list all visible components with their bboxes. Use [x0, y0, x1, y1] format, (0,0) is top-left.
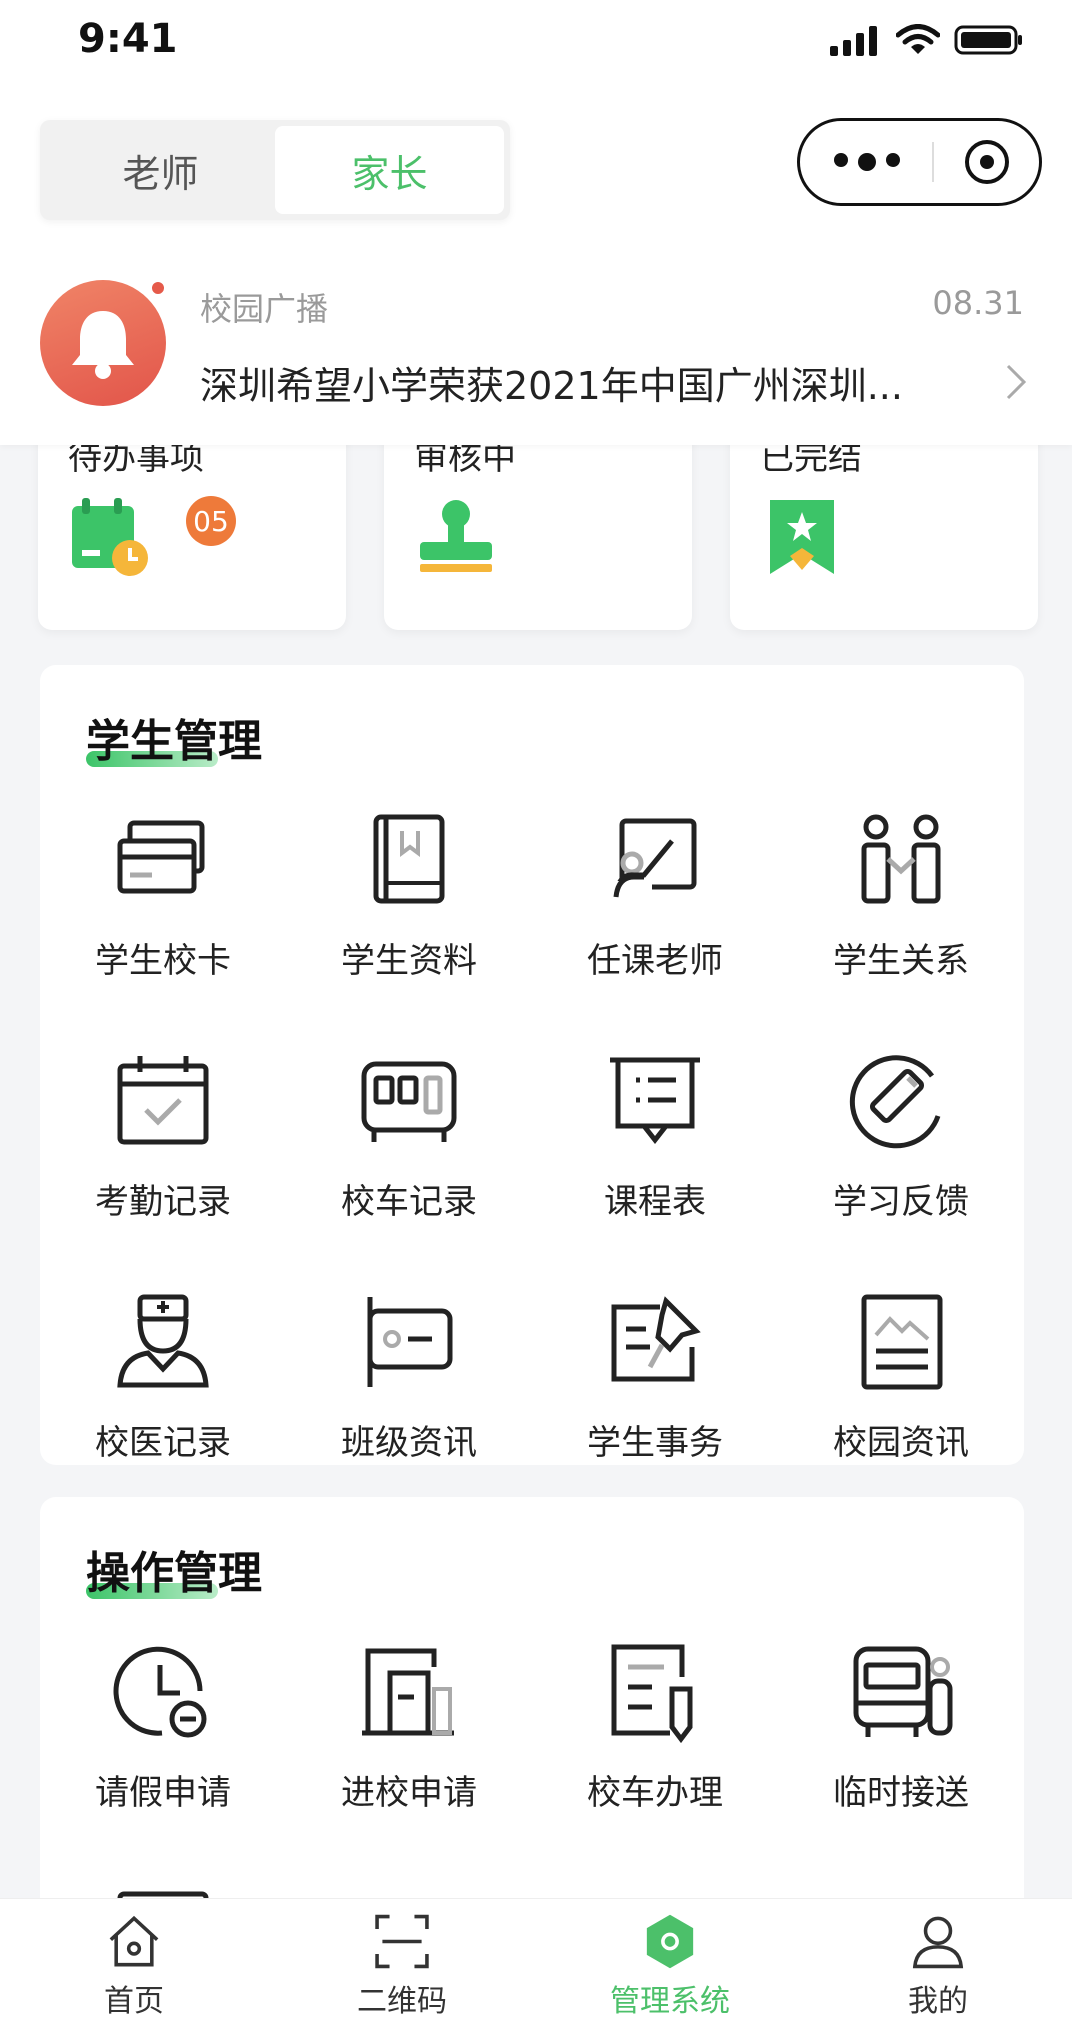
grid-item-label: 学生事务 — [587, 1423, 723, 1463]
grid-item-label: 校园资讯 — [833, 1423, 969, 1463]
role-tab-teacher[interactable]: 老师 — [46, 126, 275, 214]
grid-item-label: 校车记录 — [341, 1182, 477, 1222]
tab-label: 首页 — [104, 1984, 164, 2019]
more-icon[interactable] — [834, 153, 900, 171]
student-management-panel: 学生管理 学生校卡 学生资料 任课老师 学生关系 考勤记录 校车记录 课程表 学… — [40, 665, 1024, 1465]
broadcast-date: 08.31 — [932, 284, 1024, 322]
calendar-clock-icon — [68, 496, 152, 584]
broadcast-text: 深圳希望小学荣获2021年中国广州深圳... — [200, 364, 903, 408]
document-pen-icon — [611, 1644, 693, 1744]
tab-qrcode[interactable]: 二维码 — [268, 1899, 536, 2020]
feedback-edit-icon — [849, 1055, 941, 1149]
grid-item-label: 请假申请 — [95, 1773, 231, 1813]
door-icon — [362, 1648, 454, 1736]
capsule-divider — [931, 142, 934, 182]
wifi-icon — [896, 24, 940, 54]
grid-item-feedback[interactable]: 学习反馈 — [778, 1046, 1024, 1223]
grid-item-label: 学生资料 — [341, 941, 477, 981]
app-page: 待办事项 05 审核中 已完结 学生管理 学生校卡 学生资料 任课老师 学生关系… — [0, 0, 1072, 2020]
grid-item-label: 课程表 — [604, 1182, 706, 1222]
people-link-icon — [861, 814, 941, 904]
book-icon — [373, 814, 445, 904]
grid-item-label: 进校申请 — [341, 1773, 477, 1813]
grid-item-label: 校车办理 — [587, 1773, 723, 1813]
teacher-board-icon — [612, 818, 697, 899]
grid-item-class-news[interactable]: 班级资讯 — [286, 1287, 532, 1464]
schedule-board-icon — [610, 1057, 700, 1145]
flag-info-icon — [367, 1297, 453, 1387]
bookmark-star-icon — [760, 496, 844, 584]
pin-task-icon — [611, 1296, 701, 1382]
card-icon — [117, 820, 205, 894]
grid-item-label: 学习反馈 — [833, 1182, 969, 1222]
tab-label: 二维码 — [357, 1984, 447, 2019]
card-reviewing[interactable]: 审核中 — [384, 420, 692, 630]
grid-item-label: 临时接送 — [833, 1773, 969, 1813]
tab-home[interactable]: 首页 — [0, 1899, 268, 2020]
student-management-grid: 学生校卡 学生资料 任课老师 学生关系 考勤记录 校车记录 课程表 学习反馈 校… — [40, 805, 1024, 1464]
grid-item-entry-request[interactable]: 进校申请 — [286, 1637, 532, 1814]
student-management-title: 学生管理 — [86, 716, 262, 767]
news-image-icon — [861, 1294, 943, 1390]
unread-dot — [150, 280, 166, 296]
battery-icon — [954, 25, 1022, 55]
bus-icon — [361, 1061, 457, 1142]
role-switch: 老师 家长 — [40, 120, 510, 220]
grid-item-relations[interactable]: 学生关系 — [778, 805, 1024, 982]
grid-item-student-profile[interactable]: 学生资料 — [286, 805, 532, 982]
status-icons — [830, 24, 1024, 56]
close-target-icon[interactable] — [965, 140, 1009, 184]
grid-item-clinic[interactable]: 校医记录 — [40, 1287, 286, 1464]
user-icon — [912, 1916, 964, 1969]
grid-item-label: 校医记录 — [95, 1423, 231, 1463]
operation-management-title: 操作管理 — [86, 1548, 262, 1599]
grid-item-campus-news[interactable]: 校园资讯 — [778, 1287, 1024, 1464]
status-cards: 待办事项 05 审核中 已完结 — [38, 420, 1038, 630]
stamp-icon — [414, 496, 498, 584]
tab-mine[interactable]: 我的 — [804, 1899, 1072, 2020]
grid-item-teachers[interactable]: 任课老师 — [532, 805, 778, 982]
scan-icon — [375, 1914, 429, 1969]
header: 9:41 老师 家长 校园广播 08.31 深圳希望小学荣获2021年中国广州深… — [0, 0, 1072, 445]
tab-label: 我的 — [908, 1984, 968, 2019]
status-time: 9:41 — [78, 16, 178, 62]
role-tab-parent[interactable]: 家长 — [275, 126, 504, 214]
grid-item-label: 任课老师 — [587, 941, 723, 981]
grid-item-student-card[interactable]: 学生校卡 — [40, 805, 286, 982]
chevron-right-icon — [1006, 364, 1027, 400]
tab-management[interactable]: 管理系统 — [536, 1899, 804, 2020]
grid-item-label: 班级资讯 — [341, 1423, 477, 1463]
card-todo[interactable]: 待办事项 05 — [38, 420, 346, 630]
grid-item-temporary-pickup[interactable]: 临时接送 — [778, 1637, 1024, 1814]
clock-minus-icon — [113, 1646, 207, 1738]
grid-item-leave-request[interactable]: 请假申请 — [40, 1637, 286, 1814]
calendar-check-icon — [117, 1056, 209, 1145]
bus-person-icon — [853, 1646, 953, 1737]
tab-bar: 首页 二维码 管理系统 我的 — [0, 1898, 1072, 2020]
grid-item-timetable[interactable]: 课程表 — [532, 1046, 778, 1223]
broadcast-title: 校园广播 — [200, 290, 329, 328]
todo-count-badge: 05 — [186, 496, 236, 546]
signal-icon — [830, 26, 877, 56]
miniprogram-capsule — [797, 118, 1042, 206]
grid-item-label: 学生校卡 — [95, 941, 231, 981]
bell-icon — [40, 280, 166, 406]
tab-label: 管理系统 — [610, 1984, 730, 2019]
grid-item-affairs[interactable]: 学生事务 — [532, 1287, 778, 1464]
status-bar: 9:41 — [0, 0, 1072, 90]
card-finished[interactable]: 已完结 — [730, 420, 1038, 630]
hexagon-icon — [646, 1914, 694, 1969]
grid-item-label: 学生关系 — [833, 941, 969, 981]
grid-item-bus-records[interactable]: 校车记录 — [286, 1046, 532, 1223]
campus-broadcast[interactable]: 校园广播 08.31 深圳希望小学荣获2021年中国广州深圳... — [0, 270, 1072, 430]
grid-item-attendance[interactable]: 考勤记录 — [40, 1046, 286, 1223]
doctor-icon — [117, 1294, 209, 1388]
grid-item-label: 考勤记录 — [95, 1182, 231, 1222]
home-icon — [109, 1915, 159, 1967]
grid-item-bus-handling[interactable]: 校车办理 — [532, 1637, 778, 1814]
